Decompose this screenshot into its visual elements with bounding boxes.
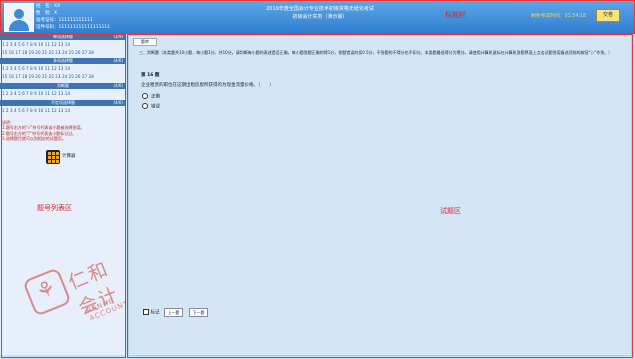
submit-exam-button[interactable]: 交卷 xyxy=(596,9,620,22)
option-label: 正确 xyxy=(151,94,160,100)
exam-title: 2019年度全国会计专业技术初级资格无纸化考试 初级会计实务（演示版） xyxy=(240,5,400,21)
notice-line: 1.题号右方的“√”符号代表该小题被选择答案。 xyxy=(2,125,85,131)
option-true[interactable]: 正确 xyxy=(142,93,160,100)
question-region-label: 试题区 xyxy=(440,207,461,215)
option-label: 错误 xyxy=(151,104,160,110)
tab-question-bank[interactable]: 题库 xyxy=(133,38,157,46)
watermark-logo-icon: ⚘ xyxy=(22,267,72,317)
section-header-indefinite-choice[interactable]: 不定项选择题 (4/6) xyxy=(0,100,126,106)
question-number-row[interactable]: 1 2 3 4 5 6 7 8 9 10 11 12 13 14 xyxy=(2,91,70,96)
section-title: 判断题 xyxy=(57,83,69,88)
mark-question-checkbox[interactable]: 标记 xyxy=(143,309,160,315)
avatar-head xyxy=(14,9,24,19)
section-title: 不定项选择题 xyxy=(51,100,75,105)
question-text: 企业租赁的职位在这期出租房屋所获得的为现金流量价格。（ ） xyxy=(141,83,274,88)
candidate-name: 姓 名：XX xyxy=(36,4,61,9)
section-header-true-false[interactable]: 判断题 (4/6) xyxy=(0,83,126,89)
question-number-row[interactable]: 1 2 3 4 5 6 7 8 9 10 11 12 13 14 xyxy=(2,42,70,47)
question-number-row[interactable]: 15 16 17 18 19 20 21 22 23 24 25 26 27 2… xyxy=(2,50,94,55)
exam-subtitle-line: 初级会计实务（演示版） xyxy=(292,14,348,20)
mark-label: 标记 xyxy=(150,310,160,316)
previous-question-button[interactable]: 上一题 xyxy=(164,308,183,317)
notice-line: 3.选择题目就可以到相应的试题页。 xyxy=(2,135,66,141)
avatar-body xyxy=(9,20,29,31)
title-bar-region-label: 标题栏 xyxy=(445,11,466,19)
question-number: 第 16 题 xyxy=(141,73,160,78)
candidate-gender: 性 别：X xyxy=(36,11,58,16)
question-list-panel: 单项选择题 (3/9) 1 2 3 4 5 6 7 8 9 10 11 12 1… xyxy=(0,33,126,355)
section-title: 单项选择题 xyxy=(53,34,73,39)
candidate-cert-id: 证件号码：111111111111111111 xyxy=(36,25,111,30)
calculator-button-label[interactable]: 计算器 xyxy=(62,153,76,159)
section-count: (4/6) xyxy=(113,83,123,88)
radio-icon[interactable] xyxy=(142,93,148,99)
checkbox-icon[interactable] xyxy=(143,309,149,315)
section-count: (3/9) xyxy=(113,34,123,39)
title-bar: 姓 名：XX 性 别：X 准考证号：111111111111 证件号码：1111… xyxy=(0,0,635,33)
candidate-exam-id: 准考证号：111111111111 xyxy=(36,18,93,23)
calculator-icon[interactable] xyxy=(46,150,60,164)
remaining-time: 剩余考试时间：01:54:18 xyxy=(531,14,587,19)
avatar xyxy=(4,3,34,32)
section-header-single-choice[interactable]: 单项选择题 (3/9) xyxy=(0,34,126,40)
section-instructions: 三、判断题（本类题共10小题，每小题1分，共10分。请判断每小题的表述是否正确。… xyxy=(139,50,613,55)
question-number-row[interactable]: 15 16 17 18 19 20 21 22 23 24 25 26 27 2… xyxy=(2,74,94,79)
next-question-button[interactable]: 下一题 xyxy=(189,308,208,317)
question-panel: 题库 三、判断题（本类题共10小题，每小题1分，共10分。请判断每小题的表述是否… xyxy=(128,35,632,356)
section-count: (4/6) xyxy=(113,100,123,105)
option-false[interactable]: 错误 xyxy=(142,103,160,110)
answer-notice: 说明： 1.题号右方的“√”符号代表该小题被选择答案。 2.题号右方的“?”符号… xyxy=(2,120,85,141)
question-number-row[interactable]: 1 2 3 4 5 6 7 8 9 10 11 12 13 14 xyxy=(2,108,70,113)
section-header-multiple-choice[interactable]: 多项选择题 (4/6) xyxy=(0,58,126,64)
section-title: 多项选择题 xyxy=(53,58,73,63)
question-list-region-label: 题号列表区 xyxy=(37,204,72,212)
radio-icon[interactable] xyxy=(142,103,148,109)
exam-title-line: 2019年度全国会计专业技术初级资格无纸化考试 xyxy=(266,6,374,12)
section-count: (4/6) xyxy=(113,58,123,63)
question-number-row[interactable]: 1 2 3 4 5 6 7 8 9 10 11 12 13 14 xyxy=(2,66,70,71)
